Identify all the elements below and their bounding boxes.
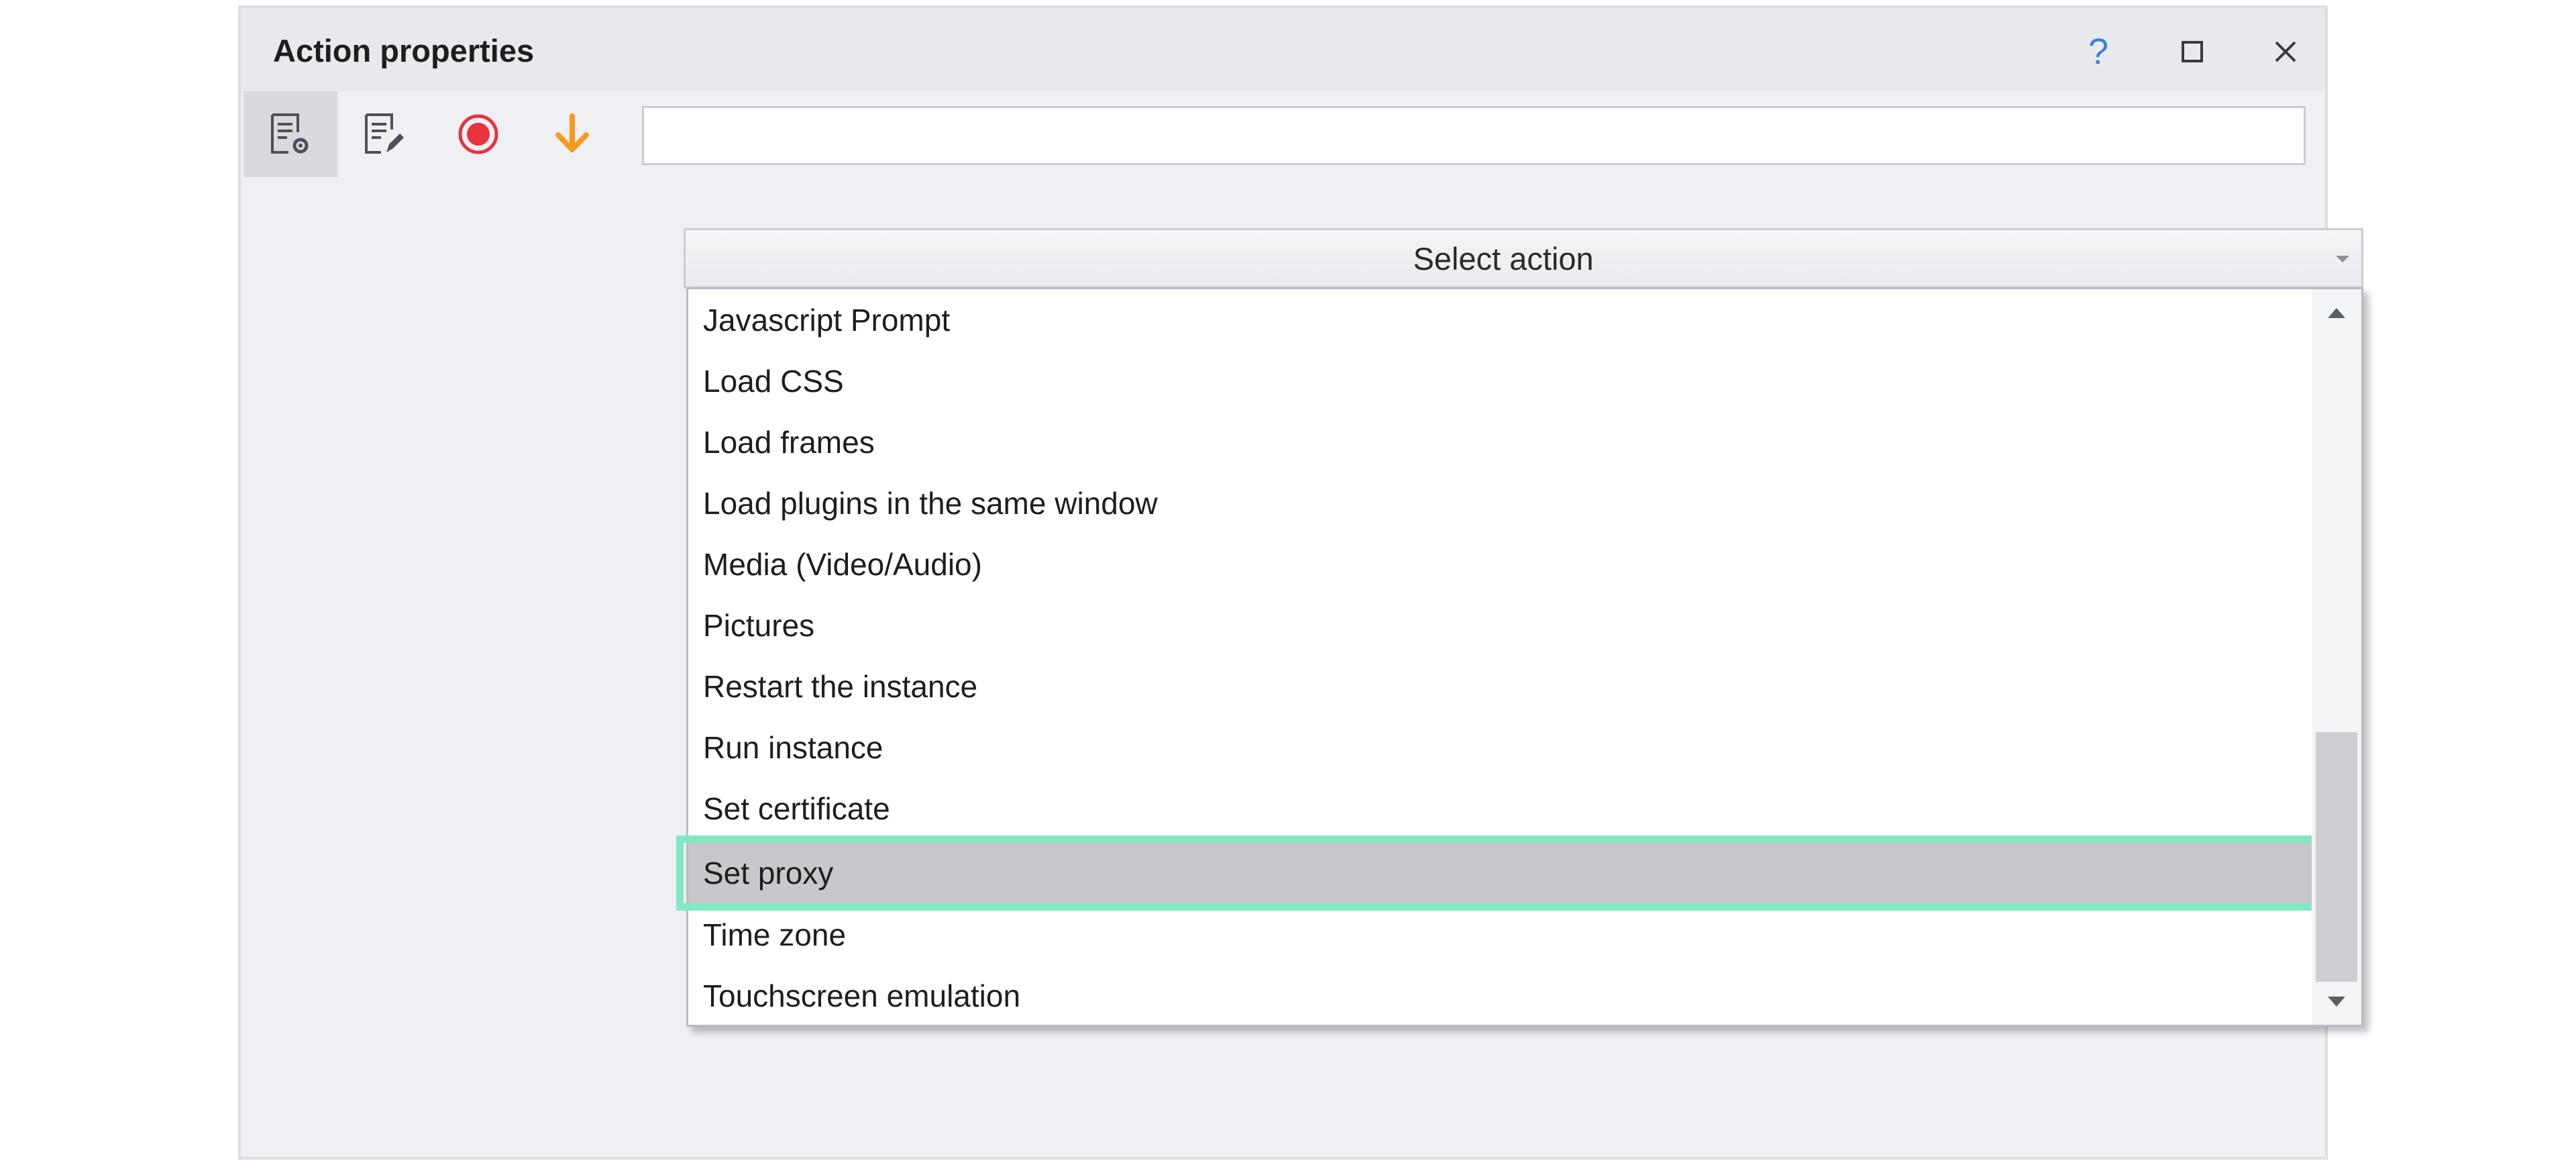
action-properties-window: Action properties ? Select action Javasc… [238, 5, 2363, 1160]
window-title: Action properties [273, 33, 535, 68]
title-bar: Action properties ? [241, 8, 2325, 91]
list-item[interactable]: Javascript Prompt [688, 289, 2314, 350]
list-item-selected[interactable]: Set proxy [688, 842, 2314, 903]
action-properties-button[interactable] [244, 91, 337, 177]
help-button[interactable]: ? [2075, 28, 2122, 75]
list-item[interactable]: Pictures [688, 595, 2314, 656]
maximize-icon [2182, 41, 2203, 62]
close-icon [2275, 41, 2296, 62]
list-item[interactable]: Run instance [688, 717, 2314, 778]
edit-notes-button[interactable] [337, 91, 431, 177]
caret-down-icon [2328, 996, 2345, 1007]
scrollbar-thumb[interactable] [2316, 732, 2357, 982]
select-action-label: Select action [1413, 240, 1594, 276]
toolbar [241, 91, 2325, 180]
caret-up-icon [2328, 307, 2345, 318]
scroll-down-button[interactable] [2312, 978, 2361, 1025]
list-item[interactable]: Touchscreen emulation [688, 965, 2314, 1026]
record-icon [458, 114, 498, 154]
select-action-dropdown[interactable]: Select action [684, 228, 2363, 289]
question-mark-icon: ? [2088, 32, 2109, 72]
list-item[interactable]: Load frames [688, 411, 2314, 472]
action-properties-icon [271, 113, 309, 154]
close-button[interactable] [2262, 28, 2309, 75]
list-item[interactable]: Restart the instance [688, 656, 2314, 717]
maximize-button[interactable] [2169, 28, 2216, 75]
list-item[interactable]: Load plugins in the same window [688, 472, 2314, 534]
edit-notes-icon [365, 113, 404, 154]
list-item[interactable]: Set certificate [688, 778, 2314, 839]
arrow-down-icon [555, 113, 589, 152]
action-list-popup: Javascript Prompt Load CSS Load frames L… [676, 287, 2363, 1027]
search-input[interactable] [642, 106, 2306, 165]
record-button[interactable] [431, 91, 525, 177]
scroll-up-button[interactable] [2312, 289, 2361, 336]
list-scrollbar[interactable] [2312, 289, 2361, 1025]
move-down-button[interactable] [525, 91, 619, 177]
list-item[interactable]: Media (Video/Audio) [688, 534, 2314, 595]
list-item[interactable]: Time zone [688, 904, 2314, 965]
chevron-down-icon [2336, 256, 2349, 262]
list-item[interactable]: Load CSS [688, 350, 2314, 411]
